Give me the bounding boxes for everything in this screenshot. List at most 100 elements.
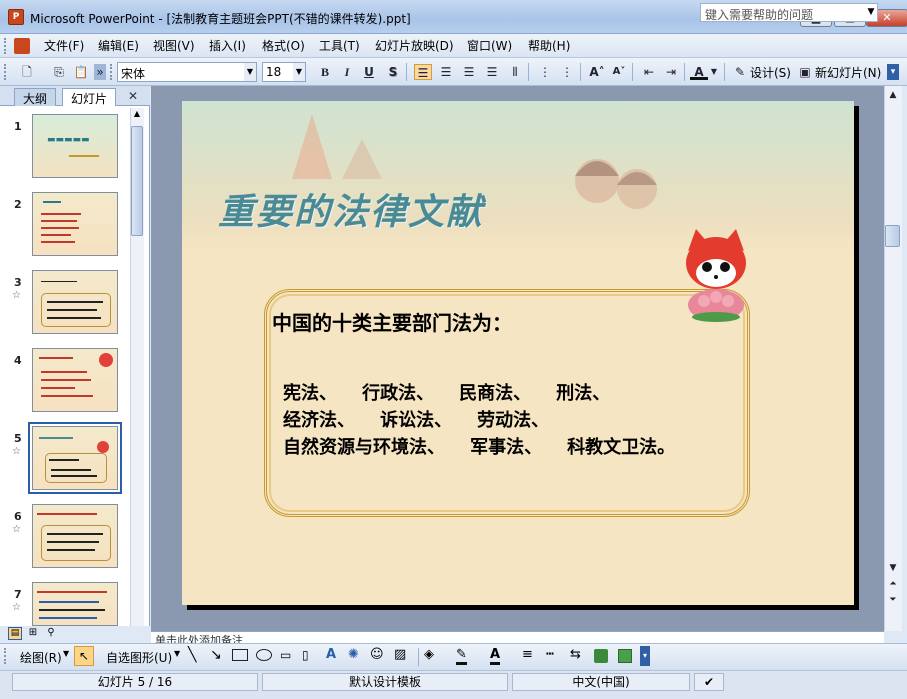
slide-thumbnail-7[interactable] (32, 582, 118, 626)
slide-thumbnail-3[interactable] (32, 270, 118, 334)
slide-thumbnail-4[interactable] (32, 348, 118, 412)
scroll-down-icon[interactable]: ▼ (885, 560, 901, 576)
menu-slideshow[interactable]: 幻灯片放映(D) (375, 37, 454, 54)
align-left-icon[interactable]: ☰ (414, 64, 432, 80)
menu-window[interactable]: 窗口(W) (467, 37, 512, 54)
diagram-icon[interactable]: ✺ (348, 647, 359, 662)
justify-icon[interactable]: ☰ (483, 64, 501, 80)
new-slide-button[interactable]: 新幻灯片(N) (815, 64, 881, 81)
law-list-line[interactable]: 经济法、 诉讼法、 劳动法、 (283, 406, 549, 432)
oval-icon[interactable] (256, 649, 272, 661)
next-slide-icon[interactable]: ⏷ (885, 592, 901, 608)
menu-tools[interactable]: 工具(T) (319, 37, 360, 54)
fox-mascot-image (686, 229, 746, 322)
tab-slides[interactable]: 幻灯片 (62, 88, 117, 106)
toolbar-options-icon[interactable]: ▾ (640, 646, 650, 666)
slide-thumbnail-6[interactable] (32, 504, 118, 568)
law-list-line[interactable]: 自然资源与环境法、 军事法、 科教文卫法。 (283, 433, 675, 459)
bullets-icon[interactable]: ⋮ (558, 64, 576, 80)
font-color-icon[interactable]: A (690, 64, 708, 80)
scrollbar-thumb[interactable] (131, 126, 143, 236)
line-style-icon[interactable]: ≡ (522, 647, 533, 662)
vertical-textbox-icon[interactable]: ▯ (302, 648, 309, 662)
slideshow-view-icon[interactable]: ⚲ (44, 627, 58, 640)
background-children-image (575, 159, 657, 209)
align-right-icon[interactable]: ☰ (460, 64, 478, 80)
scrollbar-thumb[interactable] (885, 225, 900, 247)
dash-style-icon[interactable]: ┅ (546, 647, 554, 662)
slide-canvas[interactable]: 重要的法律文献 中国的十类主要部门法为： 宪法、 行政法、 民商法、 刑法、 经… (182, 101, 854, 605)
draw-menu-button[interactable]: 绘图(R) (20, 649, 62, 666)
law-list-line[interactable]: 宪法、 行政法、 民商法、 刑法、 (283, 379, 610, 405)
content-heading[interactable]: 中国的十类主要部门法为： (272, 307, 512, 336)
shadow-button[interactable]: S (384, 64, 402, 80)
arrow-style-icon[interactable]: ⇆ (570, 647, 581, 662)
new-document-icon[interactable]: 🗋 (18, 64, 36, 80)
chevron-down-icon[interactable]: ▼ (709, 64, 719, 80)
decrease-font-icon[interactable]: A˅ (610, 64, 628, 80)
new-slide-icon[interactable]: ▣ (796, 64, 814, 80)
slide-thumbnail-5[interactable] (28, 422, 122, 494)
paste-icon[interactable]: 📋 (72, 64, 90, 80)
spelling-icon[interactable]: ✔ (694, 673, 724, 691)
chevron-down-icon[interactable]: ▼ (244, 63, 256, 81)
line-icon[interactable]: ╲ (188, 647, 196, 663)
wordart-icon[interactable]: A (326, 647, 336, 662)
slide-thumbnail-1[interactable]: ▬▬▬▬▬ (32, 114, 118, 178)
chevron-down-icon[interactable]: ▼ (293, 63, 305, 81)
toolbar-options-icon[interactable]: ▾ (887, 64, 899, 80)
italic-button[interactable]: I (338, 64, 356, 80)
menu-insert[interactable]: 插入(I) (209, 37, 246, 54)
rectangle-icon[interactable] (232, 649, 248, 661)
toolbar-grip-icon[interactable] (4, 64, 8, 80)
menu-edit[interactable]: 编辑(E) (98, 37, 139, 54)
menu-help[interactable]: 帮助(H) (528, 37, 570, 54)
autoshapes-button[interactable]: 自选图形(U) (106, 649, 172, 666)
chevron-down-icon[interactable]: ▼ (63, 649, 69, 658)
chevron-down-icon[interactable]: ▼ (174, 649, 180, 658)
font-color-icon[interactable]: A (490, 647, 501, 665)
chevron-down-icon[interactable]: ▼ (864, 3, 878, 22)
picture-icon[interactable]: ▨ (394, 647, 406, 662)
copy-icon[interactable]: ⎘ (50, 64, 68, 80)
scroll-up-icon[interactable]: ▲ (131, 109, 143, 123)
design-button[interactable]: 设计(S) (750, 64, 791, 81)
increase-indent-icon[interactable]: ⇥ (662, 64, 680, 80)
powerpoint-app-icon[interactable]: P (8, 9, 24, 25)
scroll-up-icon[interactable]: ▲ (885, 87, 901, 103)
menu-view[interactable]: 视图(V) (153, 37, 195, 54)
help-search-input[interactable]: 键入需要帮助的问题 (700, 3, 878, 22)
slide-sorter-icon[interactable]: ⊞ (26, 627, 40, 640)
line-color-icon[interactable]: ✎ (456, 647, 467, 665)
menu-file[interactable]: 文件(F) (44, 37, 84, 54)
normal-view-icon[interactable]: ▤ (8, 627, 22, 640)
select-objects-icon[interactable]: ↖ (74, 646, 94, 666)
font-name-combobox[interactable]: 宋体 (117, 62, 257, 82)
increase-font-icon[interactable]: A˄ (588, 64, 606, 80)
design-icon[interactable]: ✎ (731, 64, 749, 80)
document-icon[interactable] (14, 38, 30, 54)
toolbar-grip-icon[interactable] (110, 64, 114, 80)
arrow-icon[interactable]: ↘ (210, 647, 222, 663)
fill-color-icon[interactable]: ◈ (424, 647, 434, 662)
previous-slide-icon[interactable]: ⏶ (885, 576, 901, 592)
underline-button[interactable]: U (360, 64, 378, 80)
slide-title[interactable]: 重要的法律文献 (218, 183, 484, 235)
menu-format[interactable]: 格式(O) (262, 37, 305, 54)
distribute-icon[interactable]: ⦀ (506, 64, 524, 80)
menubar-grip-icon[interactable] (4, 38, 8, 54)
textbox-icon[interactable]: ▭ (280, 648, 291, 662)
bold-button[interactable]: B (316, 64, 334, 80)
toolbar-overflow-icon[interactable]: » (94, 64, 106, 80)
close-icon[interactable]: ✕ (128, 89, 138, 103)
decrease-indent-icon[interactable]: ⇤ (640, 64, 658, 80)
align-center-icon[interactable]: ☰ (437, 64, 455, 80)
shadow-style-icon[interactable] (594, 649, 608, 663)
numbering-icon[interactable]: ⋮ (536, 64, 554, 80)
3d-style-icon[interactable] (618, 649, 632, 663)
clipart-icon[interactable]: ☺ (370, 647, 384, 662)
vertical-scrollbar[interactable] (884, 86, 902, 631)
slide-thumbnail-2[interactable] (32, 192, 118, 256)
tab-outline[interactable]: 大纲 (14, 88, 57, 106)
toolbar-grip-icon[interactable] (4, 648, 8, 664)
